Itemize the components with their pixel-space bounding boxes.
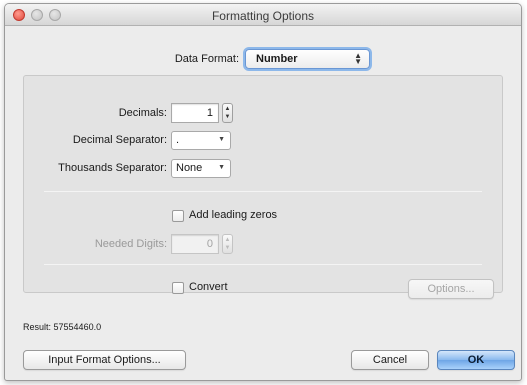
separator-line: [44, 191, 482, 192]
leading-zeros-label: Add leading zeros: [189, 209, 278, 221]
needed-digits-label: Needed Digits:: [94, 238, 167, 250]
number-options-panel: Decimals: 1 ▲ ▼ Decimal Separator: . ▼ Th…: [23, 75, 503, 299]
convert-label: Convert: [189, 281, 228, 293]
dropdown-arrow-icon: ▼: [218, 164, 225, 171]
thousands-separator-label: Thousands Separator:: [58, 162, 167, 174]
title-bar: Formatting Options: [5, 4, 521, 26]
needed-digits-stepper[interactable]: ▲ ▼: [222, 234, 233, 254]
result-value: 57554460.0: [53, 322, 102, 332]
separator-line: [44, 264, 482, 265]
dropdown-arrow-icon: ▼: [218, 136, 225, 143]
formatting-options-window: Formatting Options Data Format: Number ▲…: [4, 3, 522, 381]
decimal-separator-value: .: [176, 134, 180, 146]
window-title: Formatting Options: [211, 9, 315, 23]
result-label: Result:: [23, 322, 52, 332]
decimal-separator-label: Decimal Separator:: [72, 134, 167, 146]
options-button[interactable]: Options...: [408, 279, 494, 299]
thousands-separator-value: None: [176, 162, 203, 174]
leading-zeros-checkbox[interactable]: [172, 210, 184, 222]
decimals-stepper[interactable]: ▲ ▼: [222, 103, 233, 123]
decimals-label: Decimals:: [118, 107, 167, 119]
convert-checkbox[interactable]: [172, 282, 184, 294]
ok-button[interactable]: OK: [437, 350, 515, 370]
decimals-field[interactable]: 1: [171, 103, 219, 123]
cancel-button[interactable]: Cancel: [351, 350, 429, 370]
updown-arrows-icon: ▲ ▼: [354, 51, 362, 66]
result-text: Result: 57554460.0: [23, 322, 101, 332]
data-format-value: Number: [256, 53, 298, 65]
thousands-separator-combo[interactable]: None ▼: [171, 159, 231, 178]
data-format-popup[interactable]: Number ▲ ▼: [245, 49, 370, 69]
data-format-label: Data Format:: [174, 53, 239, 65]
needed-digits-field[interactable]: 0: [171, 234, 219, 254]
input-format-options-button[interactable]: Input Format Options...: [23, 350, 186, 370]
decimal-separator-combo[interactable]: . ▼: [171, 131, 231, 150]
